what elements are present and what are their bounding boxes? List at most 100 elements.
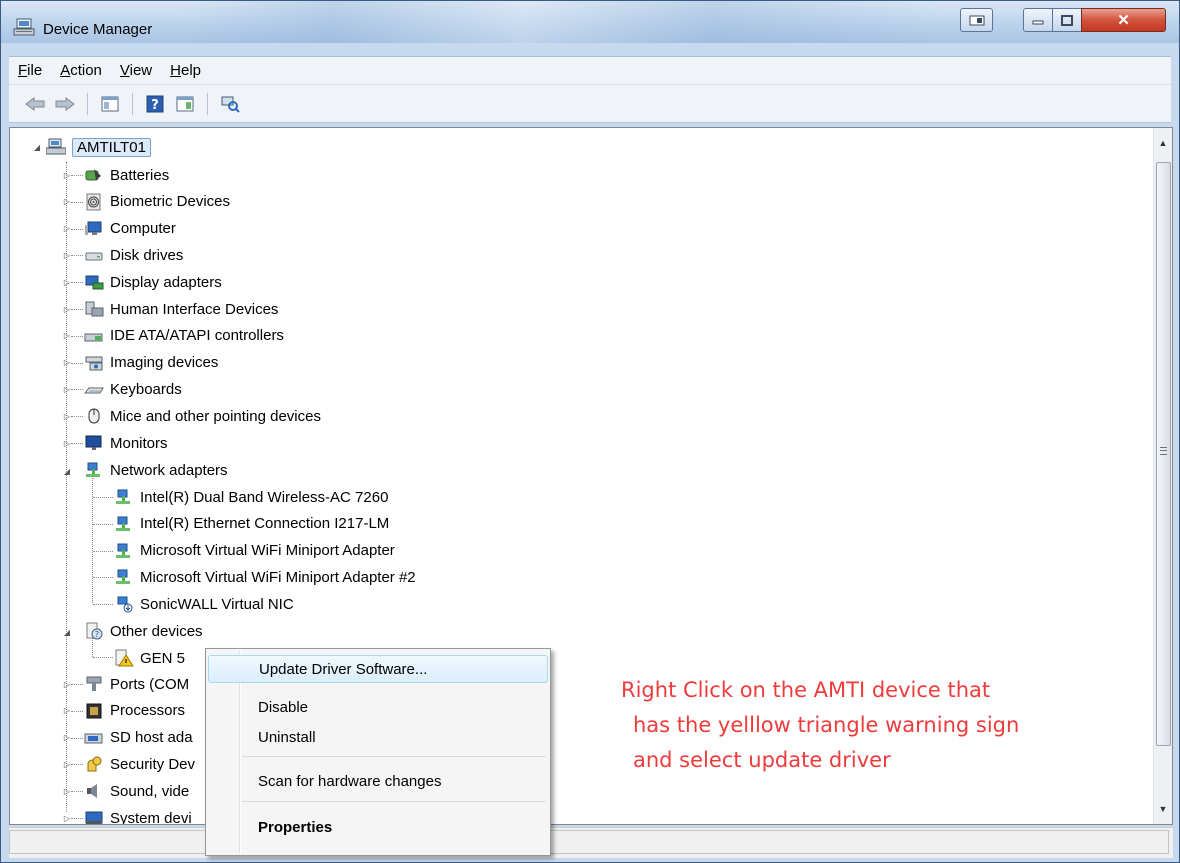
annotation-line-3: and select update driver: [633, 748, 891, 772]
minimize-button[interactable]: [1023, 8, 1053, 32]
show-hide-console-tree-button[interactable]: [98, 92, 122, 116]
action-pane-icon: [176, 96, 194, 111]
warning-device-icon: [115, 649, 134, 667]
forward-button[interactable]: [53, 92, 77, 116]
annotation-line-2: has the yelllow triangle warning sign: [633, 713, 1020, 737]
tree-item-network-adapter[interactable]: Microsoft Virtual WiFi Miniport Adapter: [114, 539, 395, 563]
tree-item-label: Display adapters: [110, 273, 222, 291]
scroll-up-icon[interactable]: ▲: [1154, 134, 1172, 152]
tree-item-other-devices[interactable]: ? Other devices: [84, 619, 203, 643]
context-properties[interactable]: Properties: [208, 813, 548, 841]
computer-tree-icon: [46, 138, 66, 155]
context-uninstall[interactable]: Uninstall: [208, 723, 548, 751]
disk-icon: [85, 252, 103, 261]
status-bar: [9, 827, 1173, 858]
tree-item-label: Ports (COM: [110, 675, 190, 693]
tree-item-label: Keyboards: [110, 380, 182, 398]
window-switch-icon: [969, 15, 984, 26]
tree-item-category[interactable]: Imaging devices: [84, 351, 218, 375]
console-tree-icon: [101, 96, 119, 111]
tree-item-label: Security Dev: [110, 755, 196, 773]
tree-item-category[interactable]: IDE ATA/ATAPI controllers: [84, 324, 284, 348]
tree-item-category[interactable]: System devi: [84, 806, 192, 824]
unknown-device-icon: ?: [86, 622, 103, 640]
back-button[interactable]: [23, 92, 47, 116]
tree-item-category[interactable]: Processors: [84, 699, 185, 723]
processor-icon: [86, 703, 102, 719]
tree-item-gen5[interactable]: GEN 5: [114, 646, 185, 670]
tree-item-category[interactable]: Mice and other pointing devices: [84, 404, 321, 428]
tree-item-label: Sound, vide: [110, 782, 190, 800]
tree-item-label: Microsoft Virtual WiFi Miniport Adapter …: [140, 568, 416, 586]
vpn-adapter-icon: [117, 596, 133, 613]
svg-text:?: ?: [151, 98, 159, 113]
toolbar: ?: [9, 85, 1171, 123]
vertical-scrollbar[interactable]: ▲ ▼: [1153, 128, 1172, 824]
context-disable[interactable]: Disable: [208, 693, 548, 721]
back-arrow-icon: [25, 96, 45, 111]
scrollbar-thumb[interactable]: [1156, 162, 1171, 746]
annotation-line-1: Right Click on the AMTI device that: [621, 678, 991, 702]
tree-item-label: IDE ATA/ATAPI controllers: [110, 327, 284, 345]
minimize-icon: [1032, 20, 1044, 25]
switch-window-button[interactable]: [960, 8, 993, 32]
tree-item-category[interactable]: Security Dev: [84, 752, 195, 776]
device-manager-window: Device Manager ✕ File Action View Help ?…: [0, 0, 1180, 863]
tree-item-network-adapter[interactable]: Microsoft Virtual WiFi Miniport Adapter …: [114, 565, 416, 589]
tree-item-network-adapter[interactable]: Intel(R) Ethernet Connection I217-LM: [114, 512, 389, 536]
collapse-arrow-icon[interactable]: ◢: [62, 466, 72, 476]
help-button[interactable]: ?: [143, 92, 167, 116]
tree-item-label: Processors: [110, 702, 186, 720]
tree-item-network-adapter[interactable]: SonicWALL Virtual NIC: [114, 592, 294, 616]
menu-action[interactable]: Action: [51, 62, 111, 79]
tree-item-category[interactable]: Keyboards: [84, 377, 182, 401]
tree-item-category[interactable]: SD host ada: [84, 726, 193, 750]
tree-item-label: Imaging devices: [110, 354, 219, 372]
network-adapter-icon: [116, 489, 130, 504]
menu-file[interactable]: File: [9, 62, 51, 79]
scroll-down-icon[interactable]: ▼: [1154, 800, 1172, 818]
keyboard-icon: [84, 387, 104, 394]
close-icon: ✕: [1117, 12, 1130, 29]
collapse-arrow-icon[interactable]: ◢: [62, 627, 72, 637]
tree-item-label: Intel(R) Ethernet Connection I217-LM: [140, 515, 390, 533]
tree-item-category[interactable]: Computer: [84, 217, 176, 241]
instruction-annotation: Right Click on the AMTI device that has …: [621, 673, 1081, 778]
scan-hardware-button[interactable]: [218, 92, 242, 116]
tree-item-network-adapters[interactable]: Network adapters: [84, 458, 228, 482]
network-adapter-icon: [116, 569, 130, 585]
tree-item-label: Disk drives: [110, 246, 184, 264]
context-scan-hardware[interactable]: Scan for hardware changes: [208, 767, 548, 795]
tree-item-category[interactable]: Biometric Devices: [84, 190, 230, 214]
collapse-arrow-icon[interactable]: ◢: [32, 142, 42, 152]
forward-arrow-icon: [55, 96, 75, 111]
maximize-button[interactable]: [1052, 8, 1082, 32]
scan-hardware-icon: [221, 96, 240, 113]
title-bar[interactable]: Device Manager ✕: [1, 1, 1179, 43]
fingerprint-icon: [86, 193, 101, 211]
tree-item-category[interactable]: Sound, vide: [84, 779, 189, 803]
tree-item-category[interactable]: Monitors: [84, 431, 168, 455]
tree-item-category[interactable]: Display adapters: [84, 270, 222, 294]
menu-view[interactable]: View: [111, 62, 161, 79]
close-button[interactable]: ✕: [1081, 8, 1166, 32]
sd-icon: [84, 733, 103, 744]
help-icon: ?: [146, 95, 164, 113]
tree-item-category[interactable]: Ports (COM: [84, 672, 189, 696]
tree-item-category[interactable]: Batteries: [84, 163, 169, 187]
svg-text:?: ?: [95, 630, 99, 639]
tree-item-label: Mice and other pointing devices: [110, 407, 321, 425]
tree-item-label: SD host ada: [110, 729, 193, 747]
tree-item-category[interactable]: Human Interface Devices: [84, 297, 278, 321]
context-update-driver[interactable]: Update Driver Software...: [208, 655, 548, 683]
speaker-icon: [87, 784, 97, 799]
network-adapter-icon: [86, 462, 100, 477]
security-icon: [87, 756, 102, 772]
context-menu: Update Driver Software... Disable Uninst…: [205, 648, 551, 856]
menu-help[interactable]: Help: [161, 62, 210, 79]
device-manager-icon: [13, 18, 35, 36]
tree-item-category[interactable]: Disk drives: [84, 243, 183, 267]
tree-root[interactable]: AMTILT01: [46, 135, 151, 159]
tree-item-network-adapter[interactable]: Intel(R) Dual Band Wireless-AC 7260: [114, 485, 388, 509]
action-pane-button[interactable]: [173, 92, 197, 116]
